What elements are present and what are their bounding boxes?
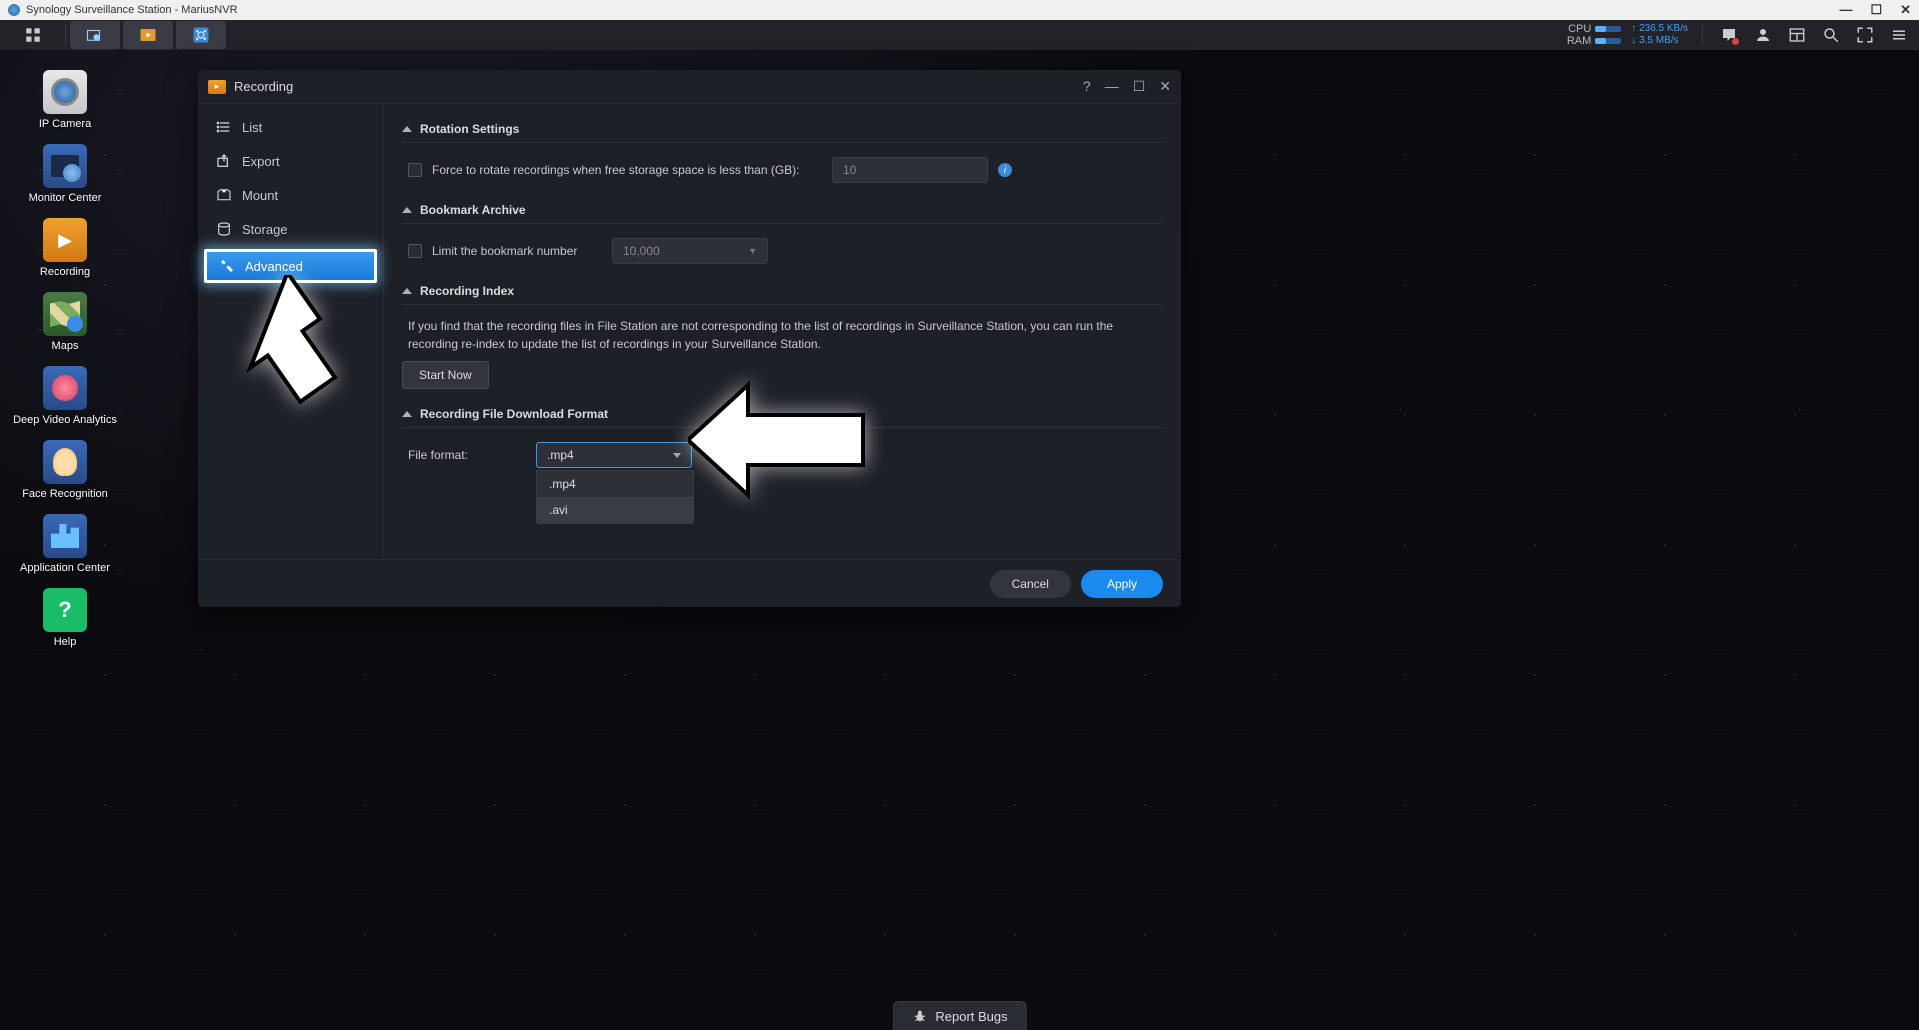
- minimize-icon[interactable]: —: [1105, 78, 1119, 95]
- section-rotation: Rotation Settings Force to rotate record…: [402, 118, 1163, 189]
- section-format: Recording File Download Format File form…: [402, 403, 1163, 474]
- notifications-icon[interactable]: [1717, 23, 1741, 47]
- menu-icon[interactable]: [1887, 23, 1911, 47]
- window-controls: ? — ☐ ✕: [1083, 78, 1171, 95]
- widgets-icon[interactable]: [1785, 23, 1809, 47]
- section-header-bookmark[interactable]: Bookmark Archive: [402, 199, 1163, 221]
- titlebar-text: Synology Surveillance Station - MariusNV…: [26, 4, 238, 16]
- sidebar-item-export[interactable]: Export: [198, 144, 383, 178]
- os-titlebar: Synology Surveillance Station - MariusNV…: [0, 0, 1919, 20]
- sidebar-item-list[interactable]: List: [198, 110, 383, 144]
- section-header-rotation[interactable]: Rotation Settings: [402, 118, 1163, 140]
- net-upload: 236.5 KB/s: [1631, 23, 1688, 35]
- fullscreen-icon[interactable]: [1853, 23, 1877, 47]
- ram-label: RAM: [1567, 35, 1591, 47]
- recording-window: Recording ? — ☐ ✕ List Export Mount Stor…: [198, 70, 1181, 607]
- info-icon[interactable]: i: [998, 163, 1012, 177]
- format-label: File format:: [408, 448, 526, 462]
- desktop-icon-face-recognition[interactable]: Face Recognition: [10, 440, 120, 500]
- net-download: 3.5 MB/s: [1631, 35, 1688, 47]
- file-format-select[interactable]: .mp4 .mp4 .avi: [536, 442, 692, 468]
- window-content: Rotation Settings Force to rotate record…: [384, 104, 1181, 559]
- separator: [65, 25, 66, 45]
- close-button[interactable]: ✕: [1900, 2, 1911, 18]
- taskbar-status: CPU RAM 236.5 KB/s 3.5 MB/s: [1567, 23, 1911, 47]
- resource-meter[interactable]: CPU RAM: [1567, 23, 1621, 47]
- window-titlebar[interactable]: Recording ? — ☐ ✕: [198, 70, 1181, 104]
- index-description: If you find that the recording files in …: [402, 313, 1163, 361]
- bookmark-label: Limit the bookmark number: [432, 244, 602, 258]
- user-icon[interactable]: [1751, 23, 1775, 47]
- sidebar-item-advanced[interactable]: Advanced: [204, 249, 377, 283]
- maximize-icon[interactable]: ☐: [1133, 78, 1146, 95]
- cpu-label: CPU: [1568, 23, 1591, 35]
- window-title: Recording: [234, 79, 293, 94]
- report-bugs-label: Report Bugs: [935, 1009, 1007, 1024]
- recording-icon: [208, 80, 226, 94]
- window-sidebar: List Export Mount Storage Advanced: [198, 104, 384, 559]
- dropdown-option-mp4[interactable]: .mp4: [537, 471, 693, 497]
- desktop-icons: IP Camera Monitor Center Recording Maps …: [10, 70, 120, 662]
- window-controls: — ☐ ✕: [1839, 2, 1911, 18]
- dropdown-option-avi[interactable]: .avi: [537, 497, 693, 523]
- bug-icon: [911, 1008, 927, 1024]
- separator: [1702, 25, 1703, 45]
- apply-button[interactable]: Apply: [1081, 570, 1163, 598]
- desktop-icon-application-center[interactable]: Application Center: [10, 514, 120, 574]
- desktop-icon-help[interactable]: Help: [10, 588, 120, 648]
- maximize-button[interactable]: ☐: [1870, 2, 1882, 18]
- section-header-index[interactable]: Recording Index: [402, 280, 1163, 302]
- start-now-button[interactable]: Start Now: [402, 361, 489, 389]
- section-header-format[interactable]: Recording File Download Format: [402, 403, 1163, 425]
- taskbar-grid-icon[interactable]: [8, 21, 58, 49]
- minimize-button[interactable]: —: [1839, 2, 1852, 18]
- bookmark-checkbox[interactable]: [408, 244, 422, 258]
- close-icon[interactable]: ✕: [1159, 78, 1171, 95]
- app-taskbar: CPU RAM 236.5 KB/s 3.5 MB/s: [0, 20, 1919, 50]
- desktop-icon-recording[interactable]: Recording: [10, 218, 120, 278]
- taskbar-camera-icon[interactable]: [70, 21, 120, 49]
- desktop-icon-monitor-center[interactable]: Monitor Center: [10, 144, 120, 204]
- file-format-dropdown: .mp4 .avi: [536, 470, 694, 524]
- section-bookmark: Bookmark Archive Limit the bookmark numb…: [402, 199, 1163, 270]
- sidebar-item-mount[interactable]: Mount: [198, 178, 383, 212]
- rotation-checkbox[interactable]: [408, 163, 422, 177]
- bookmark-value-field[interactable]: 10,000▼: [612, 238, 768, 264]
- window-footer: Cancel Apply: [198, 559, 1181, 607]
- sidebar-item-storage[interactable]: Storage: [198, 212, 383, 246]
- taskbar-network-icon[interactable]: [176, 21, 226, 49]
- desktop-icon-ip-camera[interactable]: IP Camera: [10, 70, 120, 130]
- rotation-value-field[interactable]: 10: [832, 157, 988, 183]
- section-index: Recording Index If you find that the rec…: [402, 280, 1163, 389]
- cancel-button[interactable]: Cancel: [990, 570, 1071, 598]
- app-icon: [8, 4, 20, 16]
- help-icon[interactable]: ?: [1083, 78, 1091, 95]
- rotation-label: Force to rotate recordings when free sto…: [432, 163, 822, 177]
- network-speed[interactable]: 236.5 KB/s 3.5 MB/s: [1631, 23, 1688, 47]
- desktop-icon-maps[interactable]: Maps: [10, 292, 120, 352]
- desktop-icon-deep-video-analytics[interactable]: Deep Video Analytics: [10, 366, 120, 426]
- taskbar-recording-icon[interactable]: [123, 21, 173, 49]
- report-bugs-button[interactable]: Report Bugs: [892, 1001, 1026, 1030]
- search-icon[interactable]: [1819, 23, 1843, 47]
